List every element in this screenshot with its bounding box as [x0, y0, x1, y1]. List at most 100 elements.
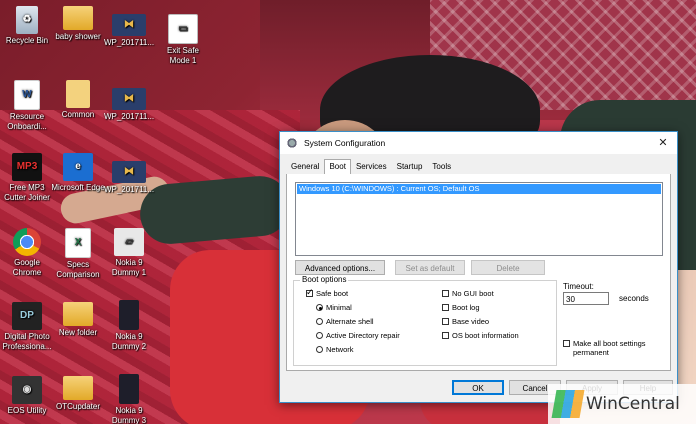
tab-boot[interactable]: Boot — [324, 159, 351, 175]
recycle-bin-icon: ♻ — [16, 6, 38, 34]
desktop-icon-eos-utility[interactable]: ◉ EOS Utility — [0, 376, 54, 416]
desktop-icon-label: Microsoft Edge — [51, 183, 105, 192]
os-list-item[interactable]: Windows 10 (C:\WINDOWS) : Current OS; De… — [297, 184, 661, 194]
close-icon[interactable]: ✕ — [655, 135, 671, 151]
desktop-icon-label: Nokia 9 Dummy 1 — [111, 258, 147, 277]
photo-app-icon: DP — [12, 302, 42, 330]
tab-tools[interactable]: Tools — [427, 159, 456, 174]
boot-tab-panel: Windows 10 (C:\WINDOWS) : Current OS; De… — [286, 174, 671, 371]
tab-general[interactable]: General — [286, 159, 324, 174]
folder-icon — [63, 6, 93, 30]
desktop-icon-wp-image-2[interactable]: ⧓ WP_201711... — [102, 88, 156, 122]
base-video-checkbox[interactable]: Base video — [442, 317, 489, 326]
tab-services[interactable]: Services — [351, 159, 392, 174]
desktop-icon-common[interactable]: Common — [51, 80, 105, 120]
network-radio[interactable]: Network — [316, 345, 354, 354]
desktop-icon-baby-shower[interactable]: baby shower — [51, 6, 105, 42]
minimal-label: Minimal — [326, 303, 352, 312]
desktop-icon-exit-safe-mode[interactable]: ▭ Exit Safe Mode 1 — [156, 14, 210, 66]
desktop-icon-nokia-dummy-1[interactable]: ▱ Nokia 9 Dummy 1 — [102, 228, 156, 278]
checkbox-icon — [442, 332, 449, 339]
desktop-icon-microsoft-edge[interactable]: e Microsoft Edge — [51, 153, 105, 193]
safe-boot-checkbox[interactable]: Safe boot — [306, 287, 348, 298]
system-configuration-window: System Configuration ✕ General Boot Serv… — [279, 131, 678, 403]
network-label: Network — [326, 345, 354, 354]
boot-options-legend: Boot options — [300, 275, 349, 284]
desktop-icon-specs-comparison[interactable]: X Specs Comparison — [51, 228, 105, 280]
timeout-input[interactable]: 30 — [563, 292, 609, 305]
phone-image-icon — [119, 374, 139, 404]
image-file-icon: ▱ — [114, 228, 144, 256]
radio-icon — [316, 346, 323, 353]
chrome-icon — [13, 228, 41, 256]
active-directory-repair-label: Active Directory repair — [326, 331, 400, 340]
desktop-icon-wp-image-3[interactable]: ⧓ WP_201711... — [102, 161, 156, 195]
desktop-icon-label: WP_201711... — [103, 112, 155, 121]
make-permanent-label: Make all boot settings permanent — [573, 339, 646, 357]
checkbox-icon — [442, 290, 449, 297]
system-configuration-app-icon — [286, 137, 298, 149]
advanced-options-button[interactable]: Advanced options... — [295, 260, 385, 275]
desktop-icon-otcupdater[interactable]: OTCupdater — [51, 376, 105, 412]
image-thumbnail-icon: ⧓ — [112, 14, 146, 36]
desktop-icon-google-chrome[interactable]: Google Chrome — [0, 228, 54, 278]
base-video-label: Base video — [452, 317, 490, 326]
folder-icon — [63, 302, 93, 326]
desktop-icon-recycle-bin[interactable]: ♻ Recycle Bin — [0, 6, 54, 46]
tab-startup[interactable]: Startup — [392, 159, 428, 174]
image-thumbnail-icon: ⧓ — [112, 88, 146, 110]
active-directory-repair-radio[interactable]: Active Directory repair — [316, 331, 400, 340]
folder-icon — [63, 376, 93, 400]
title-bar[interactable]: System Configuration ✕ — [280, 132, 677, 154]
boot-log-checkbox[interactable]: Boot log — [442, 303, 480, 312]
delete-button[interactable]: Delete — [471, 260, 545, 275]
minimal-radio[interactable]: Minimal — [316, 303, 352, 312]
camera-icon: ◉ — [12, 376, 42, 404]
shortcut-icon: ▭ — [168, 14, 198, 44]
timeout-unit: seconds — [619, 294, 649, 303]
desktop-icon-label: OTCupdater — [55, 402, 101, 411]
alternate-shell-radio[interactable]: Alternate shell — [316, 317, 374, 326]
desktop-icon-label: EOS Utility — [7, 406, 47, 415]
radio-selected-icon — [316, 304, 323, 311]
desktop-icon-label: New folder — [58, 328, 98, 337]
folder-icon — [66, 80, 90, 108]
tab-strip: General Boot Services Startup Tools — [286, 158, 671, 175]
word-document-icon: W — [14, 80, 40, 110]
checkbox-icon — [442, 304, 449, 311]
edge-icon: e — [63, 153, 93, 181]
os-list[interactable]: Windows 10 (C:\WINDOWS) : Current OS; De… — [295, 182, 663, 256]
desktop-icon-free-mp3-cutter[interactable]: MP3 Free MP3 Cutter Joiner — [0, 153, 54, 203]
desktop-icon-label: Recycle Bin — [5, 36, 49, 45]
desktop-icon-label: Google Chrome — [12, 258, 42, 277]
desktop-icon-digital-photo-professional[interactable]: DP Digital Photo Professiona... — [0, 302, 54, 352]
no-gui-boot-checkbox[interactable]: No GUI boot — [442, 289, 494, 298]
radio-icon — [316, 332, 323, 339]
desktop-icon-nokia-dummy-3[interactable]: Nokia 9 Dummy 3 — [102, 374, 156, 424]
checkbox-checked-icon — [306, 287, 314, 298]
watermark: WinCentral — [548, 384, 696, 424]
watermark-text: WinCentral — [586, 394, 680, 414]
desktop-icon-label: Free MP3 Cutter Joiner — [4, 183, 50, 202]
desktop-icon-label: Common — [61, 110, 95, 119]
desktop-icon-label: Digital Photo Professiona... — [2, 332, 52, 351]
radio-icon — [316, 318, 323, 325]
desktop-icon-label: Nokia 9 Dummy 3 — [111, 406, 147, 424]
set-as-default-button[interactable]: Set as default — [395, 260, 465, 275]
ok-button[interactable]: OK — [452, 380, 504, 395]
desktop-icon-new-folder[interactable]: New folder — [51, 302, 105, 338]
os-boot-information-checkbox[interactable]: OS boot information — [442, 331, 519, 340]
desktop-icon-wp-image-1[interactable]: ⧓ WP_201711... — [102, 14, 156, 48]
desktop-icon-label: Resource Onboardi... — [7, 112, 47, 131]
desktop-icon-resource-onboarding[interactable]: W Resource Onboardi... — [0, 80, 54, 132]
alternate-shell-label: Alternate shell — [326, 317, 374, 326]
checkbox-icon — [442, 318, 449, 325]
desktop-icon-nokia-dummy-2[interactable]: Nokia 9 Dummy 2 — [102, 300, 156, 352]
desktop-icon-label: WP_201711... — [103, 185, 155, 194]
checkbox-icon — [563, 340, 570, 347]
desktop-icon-label: Exit Safe Mode 1 — [166, 46, 199, 65]
desktop-icon-label: Specs Comparison — [56, 260, 100, 279]
make-permanent-checkbox[interactable]: Make all boot settings permanent — [563, 339, 663, 357]
no-gui-boot-label: No GUI boot — [452, 289, 494, 298]
phone-image-icon — [119, 300, 139, 330]
